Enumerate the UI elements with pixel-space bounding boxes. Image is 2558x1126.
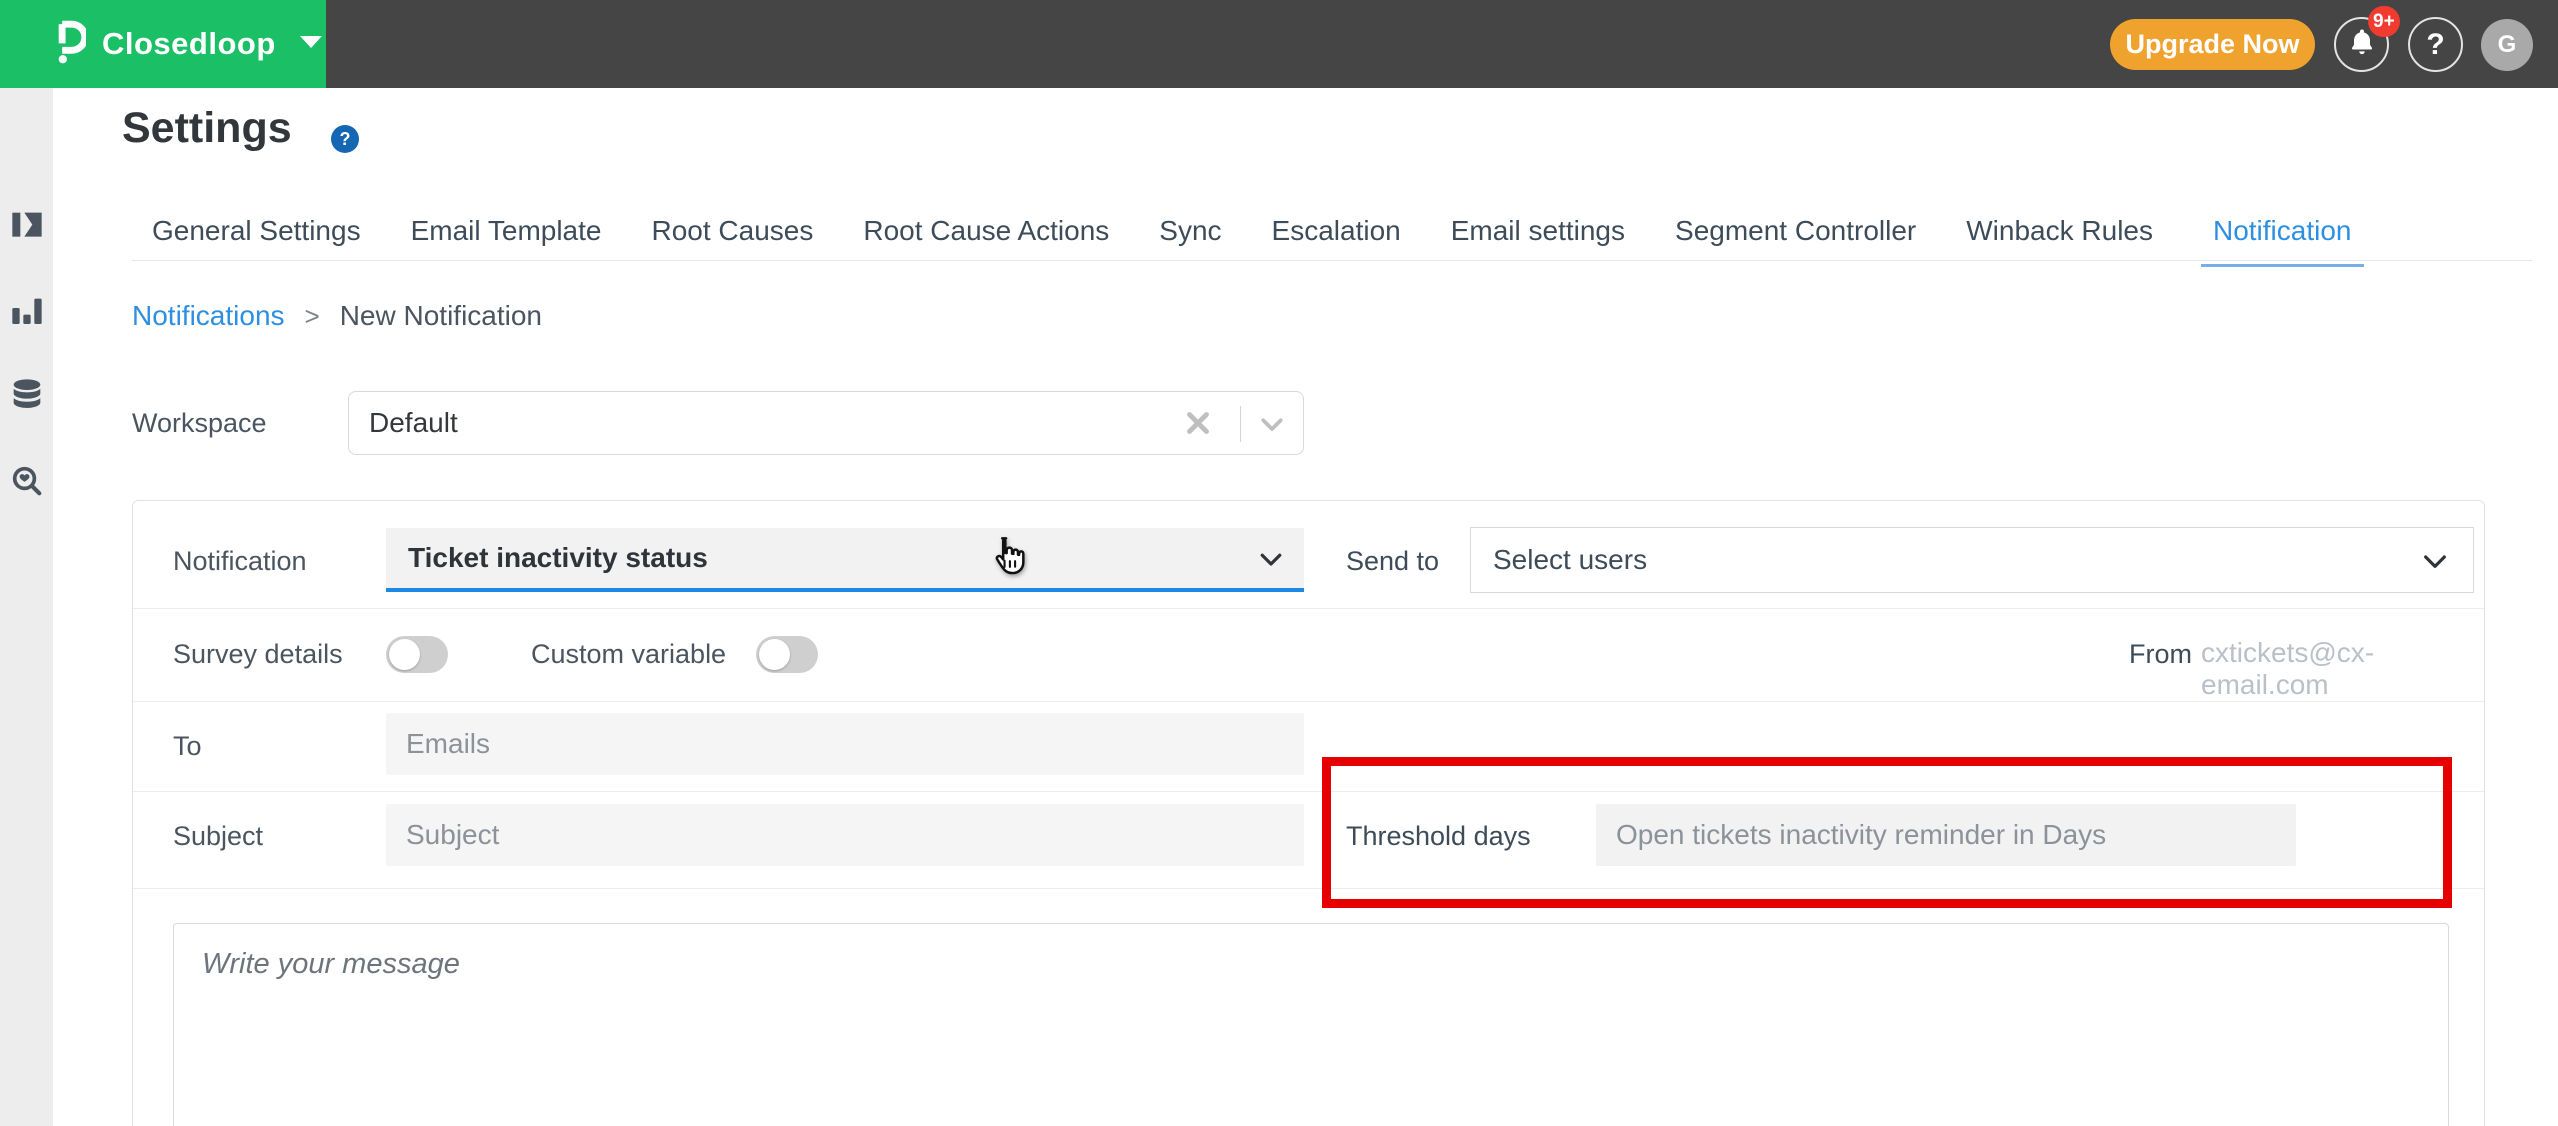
from-email-value: cxtickets@cx-email.com [2201,637,2484,701]
page-title: Settings [122,104,292,153]
question-mark-icon: ? [2426,28,2444,62]
breadcrumb-separator: > [305,301,320,332]
notification-selected-value: Ticket inactivity status [408,542,708,574]
tab-email-settings[interactable]: Email settings [1449,215,1627,267]
tab-notification[interactable]: Notification [2201,215,2364,267]
clear-icon[interactable] [1181,406,1215,440]
tickets-icon[interactable] [11,206,43,238]
database-icon[interactable] [11,378,43,410]
to-emails-input[interactable] [386,713,1304,775]
send-to-select[interactable]: Select users [1470,527,2474,593]
tab-root-causes[interactable]: Root Causes [649,215,815,267]
subject-label: Subject [173,821,263,852]
notification-type-select[interactable]: Ticket inactivity status [386,528,1304,592]
chevron-down-icon[interactable] [1257,409,1287,444]
search-insights-icon[interactable] [11,465,43,497]
row-divider [133,701,2484,702]
toggle-knob [389,639,420,670]
closedloop-logo-icon [52,20,86,69]
chevron-down-icon [1256,544,1286,579]
workspace-select[interactable]: Default [348,391,1304,455]
user-avatar[interactable]: G [2481,19,2533,71]
send-to-label: Send to [1346,546,1439,577]
message-textarea[interactable] [173,923,2449,1126]
subject-input[interactable] [386,804,1304,866]
notification-label: Notification [173,546,307,577]
brand-dropdown-caret-icon [298,34,324,55]
app-root: Closedloop Upgrade Now 9+ ? G [0,0,2558,1126]
brand-name: Closedloop [102,26,276,62]
tab-winback-rules[interactable]: Winback Rules [1964,215,2155,267]
row-divider [133,888,2484,889]
left-sidebar [0,88,53,1126]
tab-sync[interactable]: Sync [1157,215,1223,267]
breadcrumb-notifications-link[interactable]: Notifications [132,300,285,332]
bar-chart-icon[interactable] [11,292,43,324]
threshold-days-input[interactable] [1596,804,2296,866]
custom-variable-label: Custom variable [531,639,726,670]
workspace-switcher[interactable]: Closedloop [0,0,326,88]
row-divider [133,608,2484,609]
workspace-label: Workspace [132,408,267,439]
tab-root-cause-actions[interactable]: Root Cause Actions [861,215,1111,267]
send-to-placeholder: Select users [1493,544,1647,576]
top-bar: Closedloop Upgrade Now 9+ ? G [0,0,2558,88]
threshold-days-label: Threshold days [1346,821,1531,852]
tabs: General Settings Email Template Root Cause… [150,215,2364,267]
upgrade-now-button[interactable]: Upgrade Now [2110,19,2315,70]
notification-form-card: Notification Ticket inactivity status Se… [132,500,2485,1126]
survey-details-label: Survey details [173,639,343,670]
workspace-selected-value: Default [369,407,458,439]
to-label: To [173,731,202,762]
survey-details-toggle[interactable] [386,636,448,673]
tab-segment-controller[interactable]: Segment Controller [1673,215,1918,267]
tab-email-template[interactable]: Email Template [409,215,604,267]
custom-variable-toggle[interactable] [756,636,818,673]
breadcrumb-current: New Notification [340,300,542,332]
help-button[interactable]: ? [2408,17,2463,72]
row-divider [133,791,2484,792]
toggle-knob [759,639,790,670]
notification-count-badge: 9+ [2368,6,2400,37]
select-divider [1240,406,1241,442]
page-title-help-icon[interactable]: ? [331,125,359,153]
from-label: From [2129,639,2192,670]
tab-escalation[interactable]: Escalation [1270,215,1403,267]
tab-general-settings[interactable]: General Settings [150,215,363,267]
chevron-down-icon [2419,545,2451,582]
breadcrumb: Notifications > New Notification [132,300,542,332]
